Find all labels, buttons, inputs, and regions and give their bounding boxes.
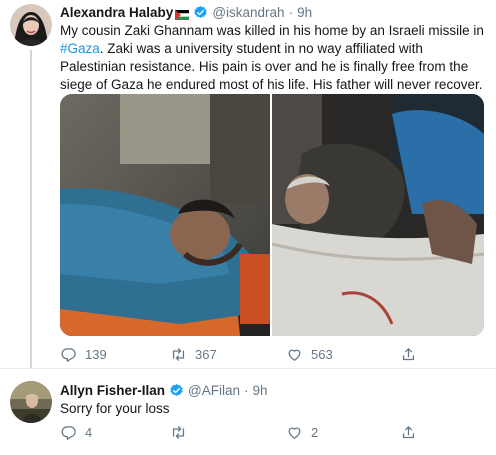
hashtag-link[interactable]: #Gaza — [60, 41, 100, 56]
reply-icon — [61, 348, 76, 362]
tweet-text-part: My cousin Zaki Ghannam was killed in his… — [60, 23, 484, 38]
avatar[interactable] — [10, 4, 52, 46]
reply-icon — [61, 426, 76, 440]
like-button[interactable]: 2 — [286, 424, 318, 441]
retweet-button[interactable] — [170, 424, 195, 441]
palestine-flag-icon — [175, 8, 190, 20]
reply-button[interactable]: 139 — [60, 346, 107, 363]
tweet-text: My cousin Zaki Ghannam was killed in his… — [60, 22, 486, 94]
photo-2[interactable] — [271, 94, 484, 336]
share-button[interactable] — [400, 424, 417, 441]
like-icon — [288, 349, 301, 361]
timestamp[interactable]: 9h — [297, 5, 312, 20]
author-handle[interactable]: @iskandrah — [212, 5, 284, 20]
share-icon — [402, 426, 415, 439]
tweet-header: Allyn Fisher-Ilan @AFilan · 9h — [60, 383, 268, 398]
like-count: 563 — [311, 347, 333, 362]
verified-badge-icon — [169, 383, 184, 398]
retweet-button[interactable]: 367 — [170, 346, 217, 363]
tweet[interactable]: Alexandra Halaby @iskandrah · 9h My cous… — [0, 0, 496, 368]
tweet-actions: 139 367 563 — [60, 346, 430, 364]
retweet-icon — [172, 426, 185, 439]
avatar[interactable] — [10, 381, 52, 423]
like-icon — [288, 427, 301, 439]
like-button[interactable]: 563 — [286, 346, 333, 363]
separator-dot: · — [288, 5, 294, 20]
like-count: 2 — [311, 425, 319, 440]
author-handle[interactable]: @AFilan — [188, 383, 240, 398]
verified-badge-icon — [193, 5, 208, 20]
tweet[interactable]: Allyn Fisher-Ilan @AFilan · 9h Sorry for… — [0, 368, 496, 455]
retweet-icon — [172, 348, 185, 361]
share-icon — [402, 348, 415, 361]
photo-1[interactable] — [60, 94, 270, 336]
tweet-text: Sorry for your loss — [60, 401, 170, 416]
reply-count: 139 — [85, 347, 107, 362]
author-name[interactable]: Allyn Fisher-Ilan — [60, 383, 165, 398]
media-grid — [60, 94, 484, 336]
retweet-count: 367 — [195, 347, 217, 362]
timestamp[interactable]: 9h — [253, 383, 268, 398]
tweet-actions: 4 2 — [60, 424, 430, 442]
tweet-header: Alexandra Halaby @iskandrah · 9h — [60, 5, 312, 20]
share-button[interactable] — [400, 346, 417, 363]
author-name[interactable]: Alexandra Halaby — [60, 5, 173, 20]
separator-dot: · — [244, 383, 249, 398]
thread-line — [30, 50, 32, 368]
tweet-text-part: . Zaki was a university student in no wa… — [60, 41, 483, 92]
reply-button[interactable]: 4 — [60, 424, 92, 441]
reply-count: 4 — [85, 425, 93, 440]
